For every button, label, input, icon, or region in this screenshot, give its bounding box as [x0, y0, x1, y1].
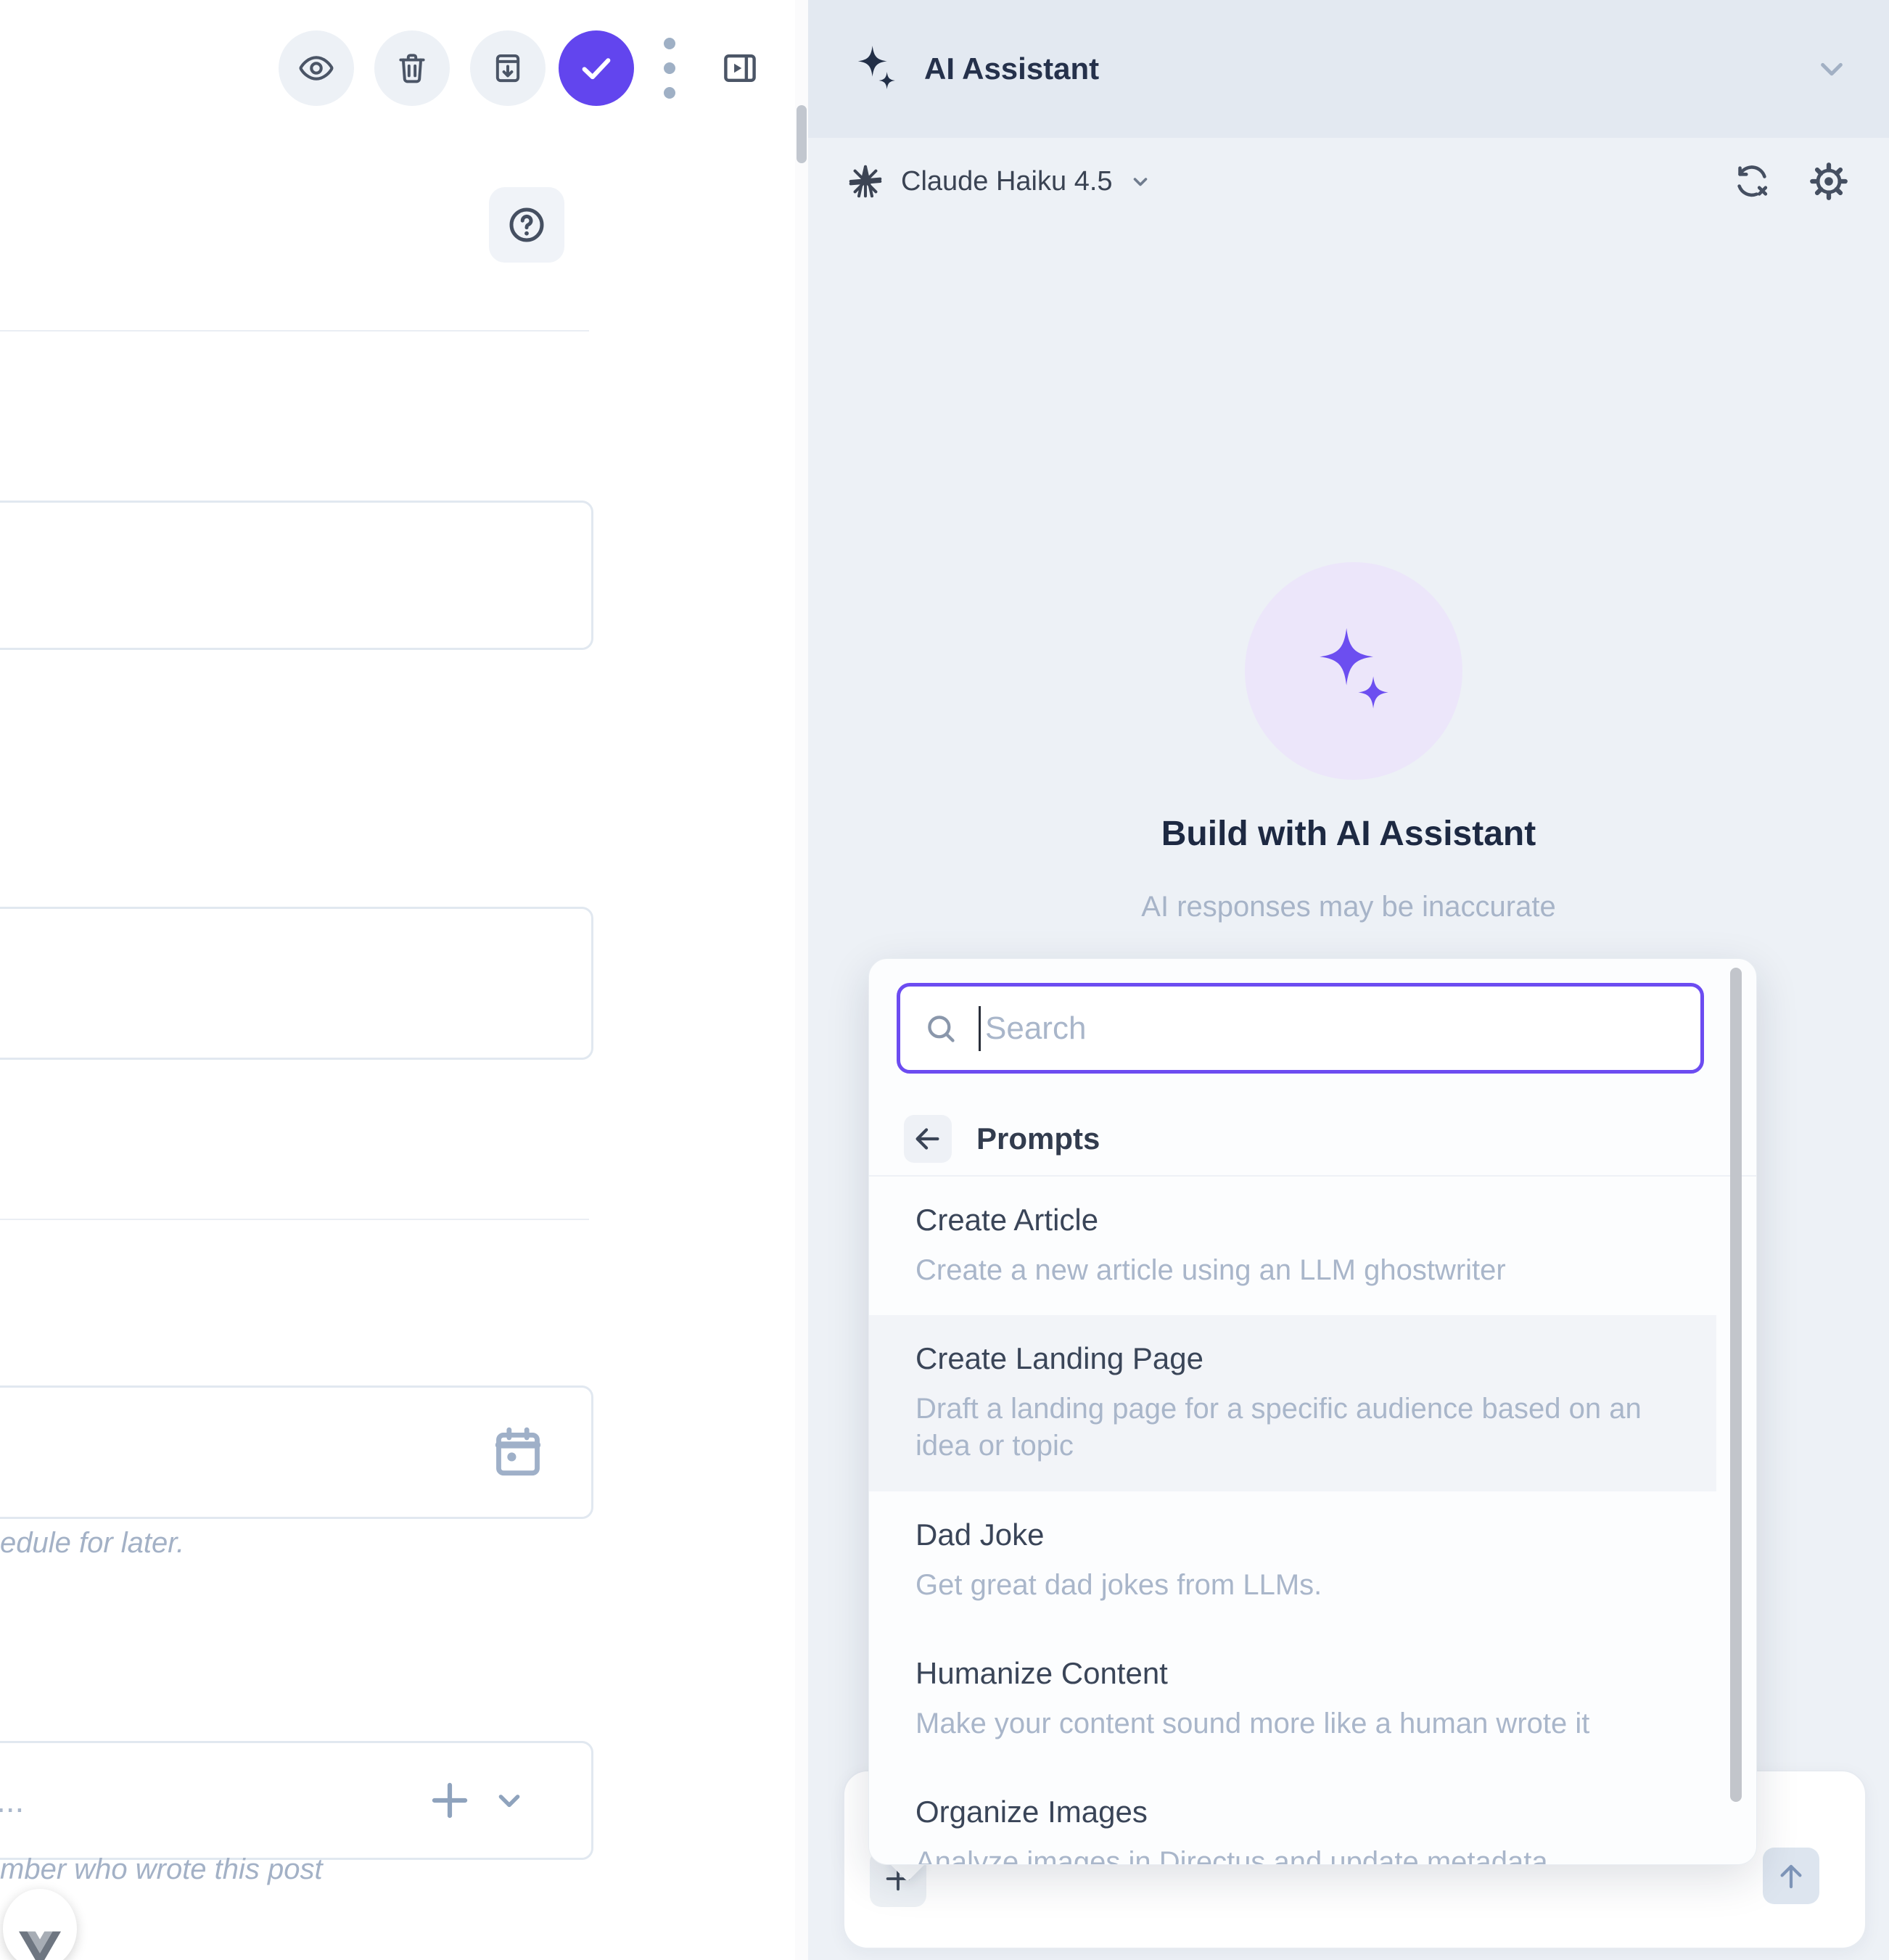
empty-state-subheading: AI responses may be inaccurate: [808, 891, 1889, 923]
popover-scrollbar[interactable]: [1729, 965, 1743, 1858]
prompt-title: Create Article: [915, 1203, 1670, 1238]
eye-icon: [297, 49, 335, 87]
panel-title: AI Assistant: [924, 52, 1099, 86]
slug-input[interactable]: [0, 907, 593, 1060]
app-root: edule for later. ... mber who wrote this…: [0, 0, 1889, 1960]
search-box[interactable]: [897, 983, 1704, 1074]
prompt-description: Draft a landing page for a specific audi…: [915, 1391, 1655, 1465]
author-placeholder: ...: [0, 1781, 24, 1820]
empty-state-illustration: [1245, 562, 1462, 780]
prompt-description: Get great dad jokes from LLMs.: [915, 1567, 1655, 1604]
author-select-field[interactable]: ...: [0, 1741, 593, 1860]
archive-icon: [490, 50, 526, 86]
clear-history-icon[interactable]: [1731, 160, 1773, 202]
editor-panel: edule for later. ... mber who wrote this…: [0, 0, 795, 1960]
arrow-up-icon: [1774, 1858, 1808, 1893]
chevron-down-icon[interactable]: [1812, 49, 1851, 88]
prompt-title: Humanize Content: [915, 1656, 1670, 1691]
search-icon: [922, 1010, 960, 1047]
help-button[interactable]: [489, 187, 564, 263]
prompt-list-item[interactable]: Humanize Content Make your content sound…: [869, 1630, 1716, 1768]
empty-state-heading: Build with AI Assistant: [808, 814, 1889, 854]
prompt-description: Make your content sound more like a huma…: [915, 1705, 1655, 1742]
vue-logo[interactable]: [3, 1889, 77, 1960]
model-selector-row: Claude Haiku 4.5: [808, 138, 1889, 225]
claude-starburst-icon: [846, 162, 885, 201]
search-input[interactable]: [984, 1010, 1679, 1047]
kebab-menu-icon: [663, 33, 676, 103]
ai-assistant-header[interactable]: AI Assistant: [808, 0, 1889, 138]
prompts-heading: Prompts: [976, 1121, 1100, 1156]
chevron-down-icon: [1127, 168, 1153, 194]
check-icon: [576, 48, 617, 88]
scrollbar-thumb[interactable]: [797, 105, 807, 163]
gear-icon[interactable]: [1808, 160, 1850, 202]
send-button[interactable]: [1763, 1848, 1819, 1904]
more-options-button[interactable]: [653, 30, 686, 106]
prompts-popover: Prompts Create Article Create a new arti…: [868, 958, 1757, 1865]
help-circle-icon: [505, 203, 548, 247]
prompts-header-row: Prompts: [869, 1103, 1756, 1177]
delete-button[interactable]: [374, 30, 450, 106]
prompt-list: Create Article Create a new article usin…: [869, 1177, 1716, 1865]
schedule-note: edule for later.: [0, 1527, 184, 1560]
sparkles-icon: [853, 44, 900, 94]
prompt-description: Create a new article using an LLM ghostw…: [915, 1252, 1655, 1289]
ai-assistant-panel: AI Assistant Claude Haiku 4.5: [808, 0, 1889, 1960]
prompt-list-item[interactable]: Dad Joke Get great dad jokes from LLMs.: [869, 1491, 1716, 1630]
prompt-title: Create Landing Page: [915, 1341, 1670, 1376]
scrollbar-thumb[interactable]: [1730, 968, 1742, 1802]
model-selector[interactable]: Claude Haiku 4.5: [846, 162, 1153, 201]
author-note: mber who wrote this post: [0, 1853, 323, 1886]
plus-icon[interactable]: [421, 1772, 478, 1829]
archive-button[interactable]: [470, 30, 546, 106]
back-button[interactable]: [904, 1115, 952, 1163]
text-caret: [979, 1006, 981, 1051]
editor-scrollbar[interactable]: [795, 0, 808, 1960]
trash-icon: [394, 50, 430, 86]
sparkles-icon: [1310, 625, 1397, 717]
prompt-list-item[interactable]: Create Article Create a new article usin…: [869, 1177, 1716, 1315]
toggle-sidebar-icon: [720, 48, 760, 88]
prompt-title: Organize Images: [915, 1795, 1670, 1829]
prompt-title: Dad Joke: [915, 1518, 1670, 1552]
section-divider: [0, 1219, 589, 1220]
title-input[interactable]: [0, 501, 593, 650]
section-divider: [0, 330, 589, 332]
model-label: Claude Haiku 4.5: [901, 166, 1113, 197]
save-button[interactable]: [559, 30, 634, 106]
arrow-left-icon: [911, 1122, 944, 1156]
publish-date-field[interactable]: [0, 1385, 593, 1519]
toggle-sidebar-button[interactable]: [700, 30, 780, 106]
prompt-description: Analyze images in Directus and update me…: [915, 1844, 1655, 1865]
chevron-down-icon[interactable]: [487, 1778, 532, 1823]
prompt-list-item[interactable]: Create Landing Page Draft a landing page…: [869, 1315, 1716, 1491]
preview-button[interactable]: [279, 30, 354, 106]
prompt-list-item[interactable]: Organize Images Analyze images in Direct…: [869, 1768, 1716, 1865]
calendar-icon[interactable]: [487, 1421, 549, 1483]
